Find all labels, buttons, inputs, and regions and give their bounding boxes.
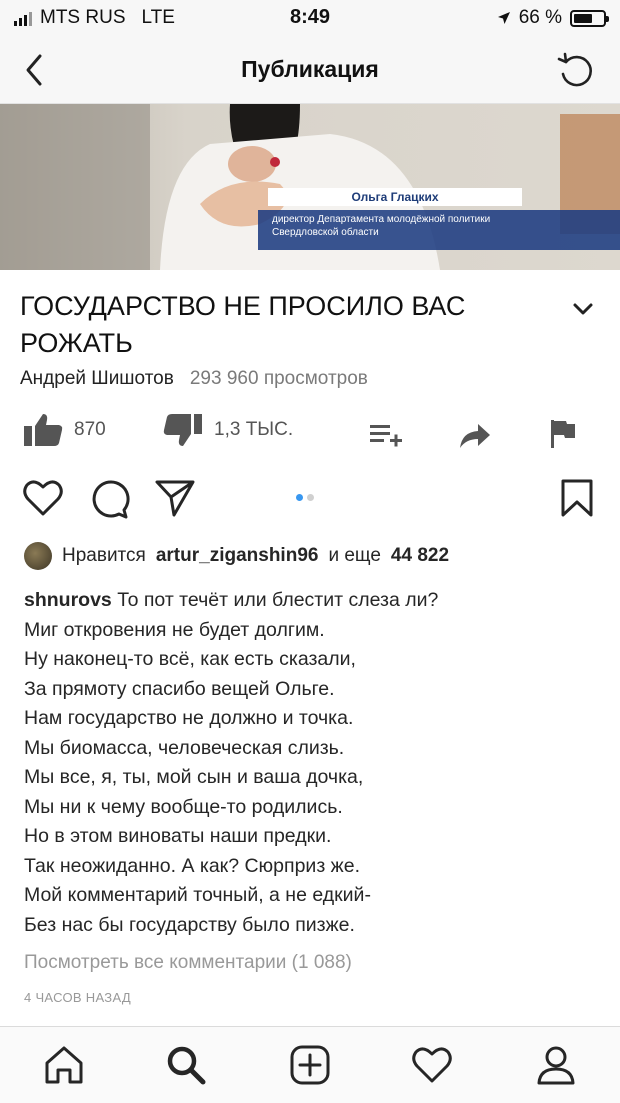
post-caption: shnurovs То пот течёт или блестит слеза … — [24, 586, 604, 940]
caption-line: Мой комментарий точный, а не едкий- — [24, 884, 371, 906]
status-bar: MTS RUS LTE 8:49 66 % — [0, 0, 620, 36]
caption-line: Без нас бы государству было пизже. — [24, 913, 355, 936]
post-timestamp: 4 ЧАСОВ НАЗАД — [24, 990, 131, 1005]
avatar — [24, 542, 52, 570]
caption-line: Так неожиданно. А как? Сюрприз же. — [24, 854, 360, 877]
add-to-playlist-icon[interactable] — [368, 422, 404, 448]
like-count: 870 — [74, 419, 106, 440]
share-icon[interactable] — [458, 422, 492, 450]
search-icon[interactable] — [164, 1043, 208, 1087]
likes-count[interactable]: 44 822 — [391, 545, 449, 567]
like-button[interactable]: 870 — [22, 412, 106, 448]
carousel-indicator — [296, 494, 314, 501]
flag-icon[interactable] — [548, 418, 578, 450]
comment-icon[interactable] — [88, 478, 130, 520]
video-caption-name: Ольга Глацких — [268, 188, 522, 206]
likes-row[interactable]: Нравится artur_ziganshin96 и еще 44 822 — [24, 542, 449, 570]
caption-line: Мы все, я, ты, мой сын и ваша дочка, — [24, 766, 364, 788]
caption-line: Но в этом виноваты наши предки. — [24, 825, 332, 847]
video-caption-role: директор Департамента молодёжной политик… — [258, 210, 620, 250]
caption-text: То пот течёт или блестит слеза ли? — [117, 589, 439, 611]
view-count: 293 960 просмотров — [189, 368, 368, 389]
likes-middle: и еще — [328, 545, 381, 566]
chevron-down-icon[interactable] — [570, 298, 596, 320]
location-arrow-icon — [497, 12, 510, 24]
carousel-dot-active — [296, 494, 303, 501]
post-action-row — [0, 478, 620, 524]
caption-line: Нам государство не должно и точка. — [24, 707, 354, 729]
status-right: 66 % — [497, 7, 609, 29]
thumbs-down-icon — [163, 414, 202, 446]
caption-line: Мы биомасса, человеческая слизь. — [24, 736, 345, 759]
nav-header: Публикация — [0, 36, 620, 104]
page-title: Публикация — [241, 56, 379, 82]
carousel-dot — [307, 494, 314, 501]
new-post-icon[interactable] — [288, 1043, 332, 1087]
home-icon[interactable] — [42, 1043, 86, 1087]
video-caption-overlay: Ольга Глацких директор Департамента моло… — [258, 188, 620, 250]
direct-share-icon[interactable] — [154, 478, 196, 518]
caption-line: Миг откровения не будет долгим. — [24, 618, 325, 641]
battery-percent: 66 % — [518, 7, 562, 28]
reload-icon[interactable] — [554, 50, 598, 90]
battery-fill — [574, 13, 593, 23]
bottom-tab-bar — [0, 1026, 620, 1103]
dislike-button[interactable]: 1,3 ТЫС. — [162, 412, 293, 448]
video-caption-role-line1: директор Департамента молодёжной политик… — [272, 214, 491, 225]
bookmark-icon[interactable] — [560, 478, 594, 518]
liked-by-user[interactable]: artur_ziganshin96 — [156, 545, 319, 567]
thumbs-up-icon — [24, 414, 63, 446]
heart-icon[interactable] — [22, 478, 64, 518]
channel-name[interactable]: Андрей Шишотов — [20, 368, 174, 390]
battery-icon — [570, 9, 609, 27]
caption-line: Ну наконец-то всё, как есть сказали, — [24, 648, 356, 670]
video-title: ГОСУДАРСТВО НЕ ПРОСИЛО ВАС РОЖАТЬ — [20, 291, 466, 358]
video-action-row: 870 1,3 ТЫС. — [0, 412, 620, 456]
channel-row: Андрей Шишотов 293 960 просмотров — [20, 368, 368, 390]
video-thumbnail[interactable]: Ольга Глацких директор Департамента моло… — [0, 104, 620, 270]
caption-line: Мы ни к чему вообще-то родились. — [24, 795, 343, 818]
activity-heart-icon[interactable] — [410, 1043, 454, 1087]
author-username[interactable]: shnurovs — [24, 589, 112, 611]
dislike-count: 1,3 ТЫС. — [214, 419, 294, 440]
likes-prefix: Нравится — [62, 545, 146, 566]
profile-icon[interactable] — [534, 1043, 578, 1087]
video-caption-role-line2: Свердловской области — [272, 227, 379, 238]
caption-line: shnurovs То пот течёт или блестит слеза … — [24, 586, 604, 616]
view-all-comments-link[interactable]: Посмотреть все комментарии (1 088) — [24, 952, 352, 974]
caption-line: За прямоту спасибо вещей Ольге. — [24, 677, 335, 700]
